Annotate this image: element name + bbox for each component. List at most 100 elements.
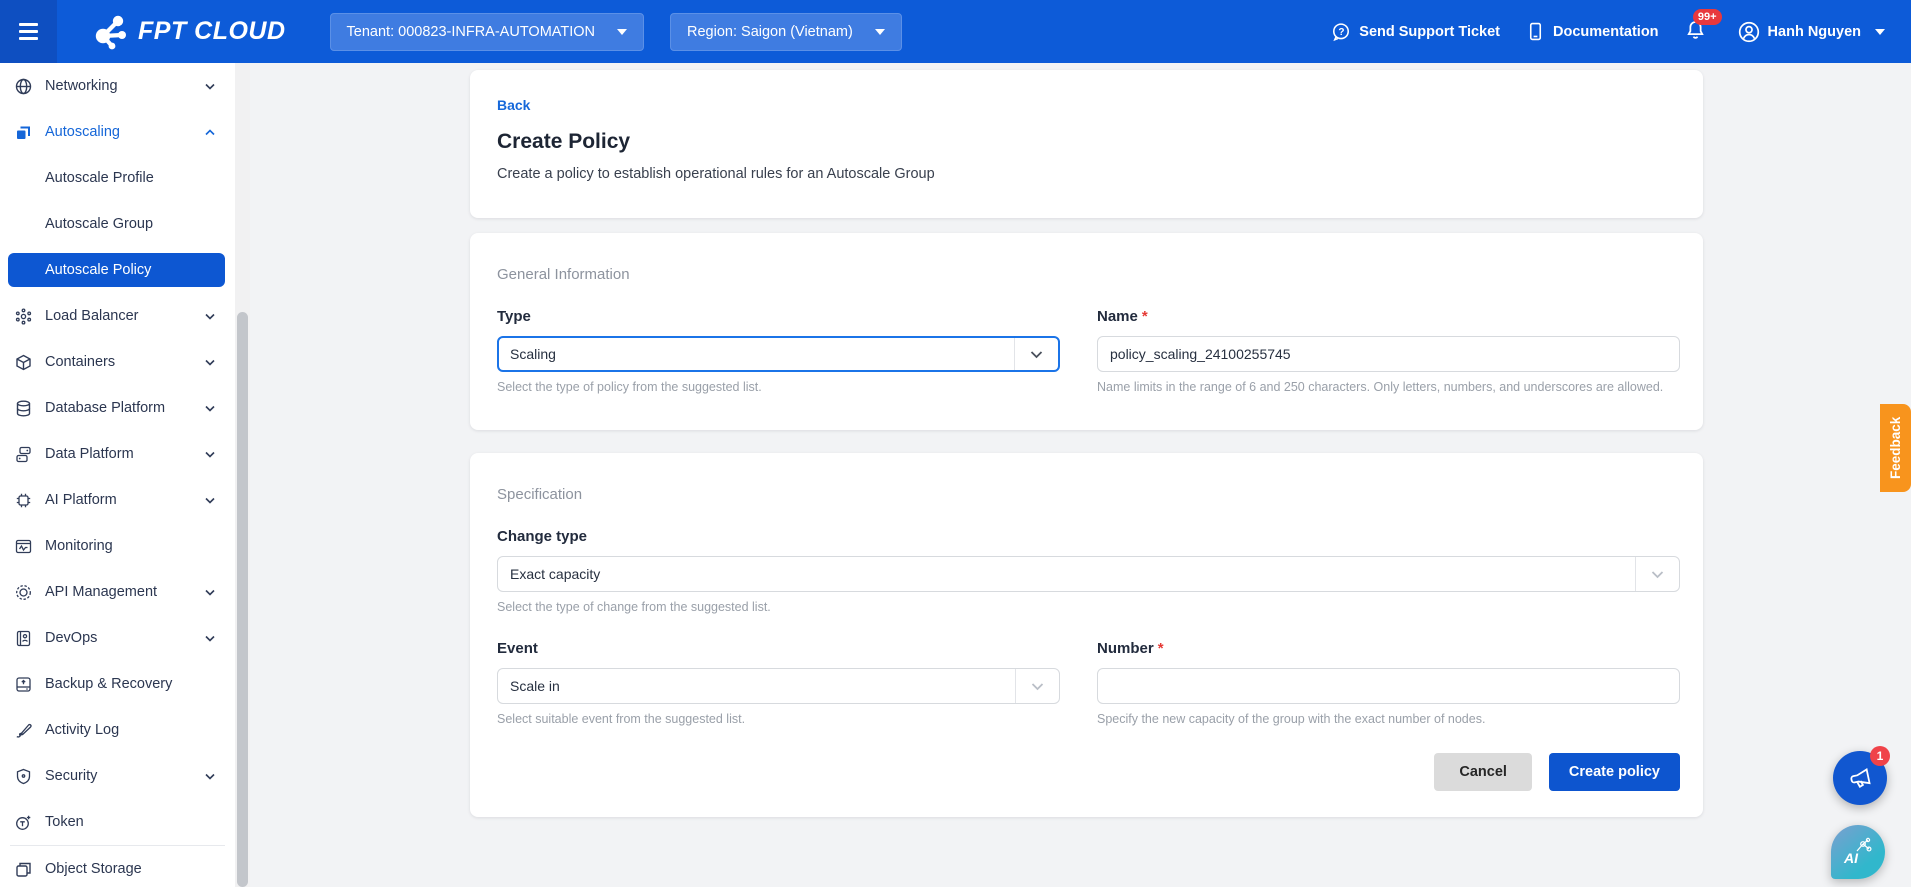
sidebar-subitem-label: Autoscale Policy (45, 262, 152, 278)
send-support-ticket-label: Send Support Ticket (1359, 23, 1501, 40)
change-type-select[interactable]: Exact capacity (497, 556, 1680, 592)
sidebar-subitem-autoscale-profile[interactable]: Autoscale Profile (0, 155, 235, 201)
page-title: Create Policy (497, 130, 631, 153)
left-sidebar: Networking Autoscaling Autoscale Profile… (0, 63, 250, 887)
activity-log-pen-icon (14, 721, 33, 740)
chevron-down-icon (1031, 682, 1044, 690)
sidebar-item-label: Load Balancer (45, 308, 139, 324)
sidebar-item-api-management[interactable]: API Management (0, 569, 235, 615)
name-label: Name * (1097, 308, 1148, 325)
ai-chip-icon (14, 491, 33, 510)
brand-logo: FPT CLOUD (89, 12, 286, 52)
chevron-down-icon (205, 589, 215, 596)
sidebar-item-object-storage[interactable]: Object Storage (0, 846, 235, 887)
notifications-button[interactable]: 99+ (1685, 8, 1722, 45)
number-label: Number * (1097, 640, 1164, 657)
name-help-text: Name limits in the range of 6 and 250 ch… (1097, 380, 1664, 394)
sidebar-item-security[interactable]: Security (0, 753, 235, 799)
feedback-tab[interactable]: Feedback (1880, 404, 1911, 492)
announcement-count-badge: 1 (1870, 746, 1890, 766)
sidebar-item-label: Database Platform (45, 400, 166, 416)
backup-drive-icon (14, 675, 33, 694)
specification-card: Specification Change type Exact capacity… (470, 453, 1703, 817)
sidebar-subitem-autoscale-policy-selected[interactable]: Autoscale Policy (8, 253, 225, 287)
monitoring-icon (14, 537, 33, 556)
sidebar-scrollbar-track (235, 63, 250, 887)
database-icon (14, 399, 33, 418)
user-name-label: Hanh Nguyen (1767, 23, 1861, 40)
sidebar-item-monitoring[interactable]: Monitoring (0, 523, 235, 569)
number-field: Number * Specify the new capacity of the … (1097, 640, 1680, 726)
support-question-bubble-icon: ? (1333, 22, 1350, 41)
sidebar-item-label: Security (45, 768, 98, 784)
sidebar-item-ai-platform[interactable]: AI Platform (0, 477, 235, 523)
navbar-right-group: ? Send Support Ticket Documentation 99+ (1331, 8, 1911, 45)
sidebar-item-backup-recovery[interactable]: Backup & Recovery (0, 661, 235, 707)
sidebar-item-load-balancer[interactable]: Load Balancer (0, 293, 235, 339)
sidebar-item-label: Token (45, 814, 84, 830)
caret-down-icon (617, 28, 628, 35)
sidebar-item-containers[interactable]: Containers (0, 339, 235, 385)
chevron-down-icon (1651, 570, 1664, 578)
sidebar-item-autoscaling[interactable]: Autoscaling (0, 109, 235, 155)
chevron-down-icon (1030, 350, 1043, 358)
main-content: Back Create Policy Create a policy to es… (250, 63, 1911, 887)
event-select[interactable]: Scale in (497, 668, 1060, 704)
send-support-ticket-link[interactable]: ? Send Support Ticket (1331, 22, 1500, 42)
top-navbar: FPT CLOUD Tenant: 000823-INFRA-AUTOMATIO… (0, 0, 1911, 63)
sidebar-item-label: API Management (45, 584, 158, 600)
user-menu[interactable]: Hanh Nguyen (1738, 21, 1885, 43)
sidebar-subitem-autoscale-group[interactable]: Autoscale Group (0, 201, 235, 247)
documentation-link[interactable]: Documentation (1526, 22, 1659, 41)
type-help-text: Select the type of policy from the sugge… (497, 380, 762, 394)
caret-down-icon (874, 28, 885, 35)
announcements-button[interactable]: 1 (1833, 746, 1890, 805)
sidebar-subitem-label: Autoscale Profile (45, 170, 154, 186)
token-icon (14, 813, 33, 832)
general-section-title: General Information (497, 266, 630, 283)
sidebar-item-label: AI Platform (45, 492, 117, 508)
name-field: Name* Name limits in the range of 6 and … (1097, 308, 1680, 394)
number-input[interactable] (1097, 668, 1680, 704)
tenant-selector[interactable]: Tenant: 000823-INFRA-AUTOMATION (329, 12, 645, 51)
specification-section-title: Specification (497, 486, 583, 503)
sidebar-item-label: Activity Log (45, 722, 120, 738)
region-selector[interactable]: Region: Saigon (Vietnam) (670, 12, 902, 51)
hamburger-menu-button[interactable] (0, 0, 57, 63)
brand-logo-text: FPT CLOUD (138, 17, 286, 45)
page-subtitle: Create a policy to establish operational… (497, 166, 935, 182)
sidebar-item-database-platform[interactable]: Database Platform (0, 385, 235, 431)
sidebar-scrollbar-thumb[interactable] (237, 312, 248, 887)
sidebar-item-data-platform[interactable]: Data Platform (0, 431, 235, 477)
form-actions: Cancel Create policy (497, 753, 1680, 791)
type-select[interactable]: Scaling (497, 336, 1060, 372)
chevron-down-icon (205, 359, 215, 366)
devops-icon (14, 629, 33, 648)
sidebar-item-networking[interactable]: Networking (0, 63, 235, 109)
fpt-network-icon (95, 15, 126, 49)
change-type-label: Change type (497, 528, 588, 545)
sidebar-item-token[interactable]: Token (0, 799, 235, 845)
containers-cube-icon (14, 353, 33, 372)
cancel-button[interactable]: Cancel (1434, 753, 1532, 791)
type-select-value: Scaling (510, 346, 556, 362)
sidebar-item-activity-log[interactable]: Activity Log (0, 707, 235, 753)
chevron-down-icon (205, 773, 215, 780)
svg-text:?: ? (1339, 26, 1345, 37)
event-help-text: Select suitable event from the suggested… (497, 712, 746, 726)
sidebar-item-label: Monitoring (45, 538, 113, 554)
documentation-label: Documentation (1553, 23, 1659, 40)
sidebar-item-label: Backup & Recovery (45, 676, 173, 692)
sidebar-item-devops[interactable]: DevOps (0, 615, 235, 661)
name-input[interactable] (1097, 336, 1680, 372)
create-policy-button[interactable]: Create policy (1548, 753, 1680, 791)
chevron-down-icon (205, 635, 215, 642)
data-platform-icon (14, 445, 33, 464)
chevron-down-icon (205, 497, 215, 504)
sidebar-item-label: Data Platform (45, 446, 134, 462)
ai-assistant-button[interactable]: AI (1831, 825, 1885, 879)
sidebar-item-label: Containers (45, 354, 116, 370)
change-type-select-value: Exact capacity (510, 566, 601, 582)
tenant-selector-label: Tenant: 000823-INFRA-AUTOMATION (346, 23, 596, 40)
back-link[interactable]: Back (497, 97, 530, 113)
